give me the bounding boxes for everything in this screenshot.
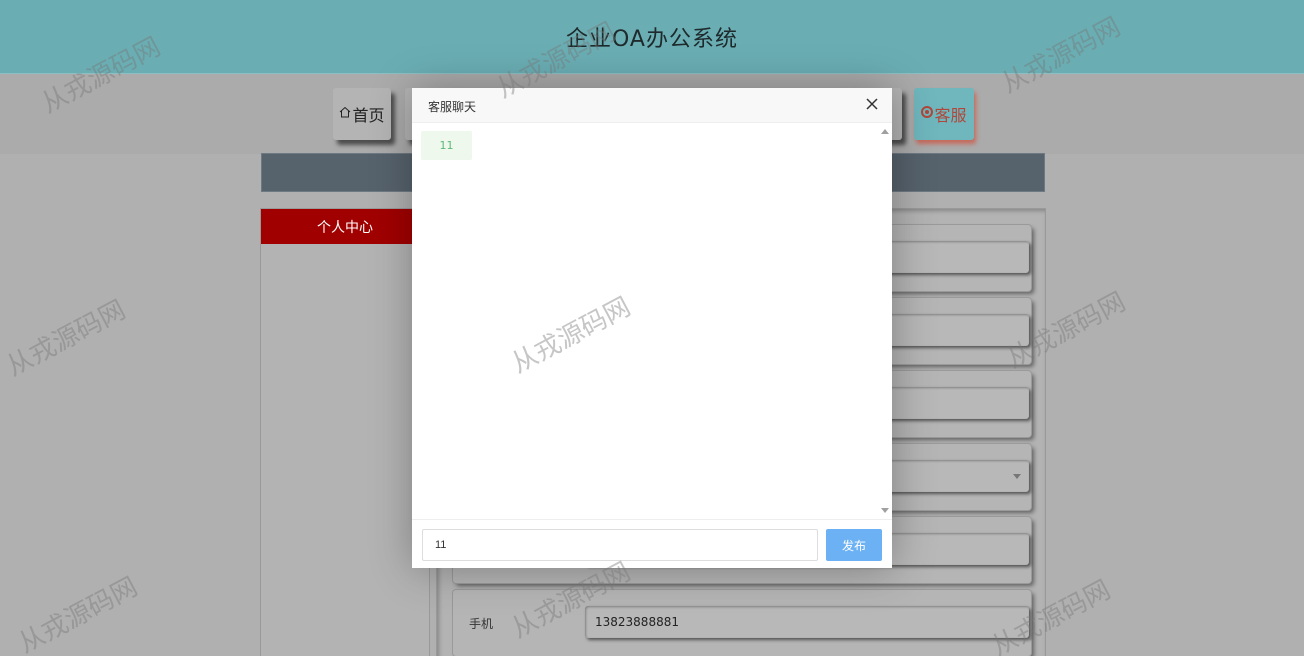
personal-center-tab[interactable]: 个人中心 [261,209,429,244]
phone-field[interactable]: 13823888881 [585,606,1029,638]
phone-value: 13823888881 [595,615,679,629]
personal-center-label: 个人中心 [317,219,373,236]
scrollbar[interactable] [880,127,890,515]
scroll-down-icon[interactable] [881,508,889,513]
publish-button[interactable]: 发布 [826,529,882,561]
app-header: 企业OA办公系统 [0,0,1304,74]
chevron-down-icon [1013,474,1021,479]
close-icon[interactable] [864,96,880,112]
chat-footer: 11 发布 [412,519,892,568]
scroll-up-icon[interactable] [881,129,889,134]
app-title: 企业OA办公系统 [566,26,738,52]
phone-row: 手机 13823888881 [453,590,1031,656]
chat-input[interactable]: 11 [422,529,818,561]
watermark: 从戎源码网 [1,294,131,383]
nav-home-label: 首页 [352,106,385,125]
dialog-title: 客服聊天 [428,100,477,114]
nav-home-button[interactable]: 首页 [333,88,391,140]
left-panel: 个人中心 [260,208,430,656]
phone-label: 手机 [469,617,494,631]
watermark: 从戎源码网 [13,571,143,656]
nav-service-label: 客服 [934,106,967,125]
home-icon [339,106,351,122]
dialog-header: 客服聊天 [412,88,892,123]
chat-message: 11 [421,131,472,160]
nav-service-button[interactable]: 客服 [914,88,974,140]
customer-service-chat-dialog: 客服聊天 11 11 发布 [412,88,892,568]
chat-message-list[interactable]: 11 [412,123,892,519]
circle-record-icon [921,106,934,122]
